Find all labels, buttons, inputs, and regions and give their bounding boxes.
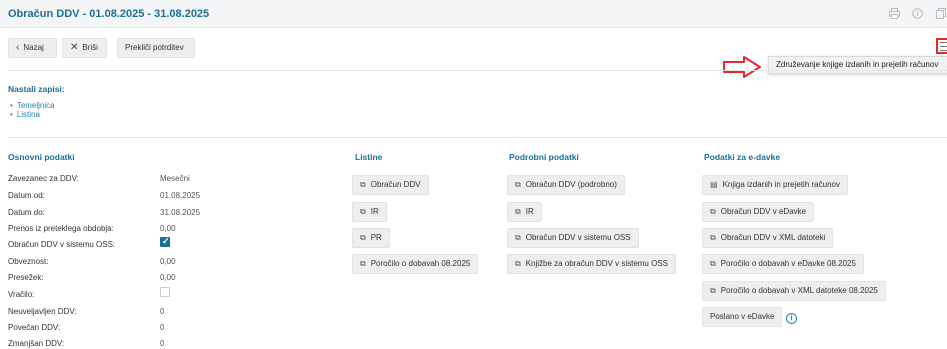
external-link-icon: ⧉ [515, 207, 521, 216]
copy-icon[interactable] [935, 8, 947, 20]
external-link-icon: ⧉ [710, 207, 716, 216]
decreased-vat-value: 0 [160, 339, 165, 348]
date-to-value: 31.08.2025 [160, 208, 201, 217]
decreased-vat-label: Zmanjšan DDV: [8, 339, 65, 348]
unclaimed-vat-label: Neuveljavljen DDV: [8, 307, 77, 316]
records-title: Nastali zapisi: [8, 84, 65, 94]
external-link-icon: ⧉ [360, 233, 366, 242]
vat-detailed-button[interactable]: ⧉ Obračun DDV (podrobno) [507, 175, 625, 195]
surplus-value: 0,00 [160, 273, 176, 282]
documents-title: Listine [355, 152, 383, 162]
external-link-icon: ⧉ [515, 180, 521, 189]
oss-vat-button[interactable]: ⧉ Obračun DDV v sistemu OSS [507, 228, 639, 248]
divider [8, 137, 947, 138]
divider [8, 70, 947, 71]
chevron-left-icon: ‹ [16, 42, 20, 53]
vat-payer-value: Mesečni [160, 174, 190, 183]
edavki-title: Podatki za e-davke [704, 152, 781, 162]
external-link-icon: ⧉ [710, 233, 716, 242]
carryover-label: Prenos iz preteklega obdobja: [8, 224, 114, 233]
external-link-icon: ⧉ [515, 259, 521, 268]
oss-entries-button[interactable]: ⧉ Knjižbe za obračun DDV v sistemu OSS [507, 254, 676, 274]
sent-edavki-button[interactable]: Poslano v eDavke [702, 307, 783, 327]
invoice-book-button[interactable]: ▤ Knjiga izdanih in prejetih računov [702, 175, 848, 195]
record-link-listina[interactable]: Listina [10, 110, 40, 119]
liability-value: 0,00 [160, 257, 176, 266]
external-link-icon: ⧉ [515, 233, 521, 242]
basic-data-title: Osnovni podatki [8, 152, 75, 162]
details-title: Podrobni podatki [509, 152, 579, 162]
date-from-label: Datum od: [8, 191, 45, 200]
external-link-icon: ⧉ [710, 259, 716, 268]
date-from-value: 01.08.2025 [160, 191, 201, 200]
surplus-label: Presežek: [8, 273, 44, 282]
print-icon[interactable] [888, 8, 900, 20]
red-arrow-annotation [723, 56, 761, 78]
increased-vat-label: Povečan DDV: [8, 323, 61, 332]
external-link-icon: ⧉ [360, 259, 366, 268]
unclaimed-vat-value: 0 [160, 307, 165, 316]
external-link-icon: ⧉ [360, 207, 366, 216]
back-button[interactable]: ‹ Nazaj [8, 38, 57, 58]
table-icon: ▤ [710, 180, 718, 189]
record-link-temeljnica[interactable]: Temeljnica [10, 101, 55, 110]
refund-checkbox[interactable] [160, 287, 170, 297]
vat-xml-button[interactable]: ⧉ Obračun DDV v XML datoteki [702, 228, 834, 248]
carryover-value: 0,00 [160, 224, 176, 233]
vat-calculation-button[interactable]: ⧉ Obračun DDV [352, 175, 429, 195]
info-icon[interactable] [911, 8, 923, 20]
oss-vat-label: Obračun DDV v sistemu OSS: [8, 240, 116, 249]
page-header: Obračun DDV - 01.08.2025 - 31.08.2025 [0, 0, 947, 28]
ir-button[interactable]: ⧉ IR [352, 202, 387, 222]
close-icon: ✕ [70, 42, 79, 53]
supply-report-button[interactable]: ⧉ Poročilo o dobavah 08.2025 [352, 254, 479, 274]
pr-button[interactable]: ⧉ PR [352, 228, 390, 248]
increased-vat-value: 0 [160, 323, 165, 332]
page-title: Obračun DDV - 01.08.2025 - 31.08.2025 [8, 8, 210, 20]
external-link-icon: ⧉ [360, 180, 366, 189]
external-link-icon: ⧉ [710, 286, 716, 295]
vat-payer-label: Zavezanec za DDV: [8, 174, 79, 183]
info-icon[interactable]: i [786, 313, 797, 324]
hamburger-icon[interactable] [936, 38, 947, 54]
liability-label: Obveznost: [8, 257, 49, 266]
supply-report-edavki-button[interactable]: ⧉ Poročilo o dobavah v eDavke 08.2025 [702, 254, 864, 274]
refund-label: Vračilo: [8, 290, 35, 299]
cancel-confirmation-button[interactable]: Prekliči potrditev [117, 38, 195, 58]
merge-books-menu-item[interactable]: Združevanje knjige izdanih in prejetih r… [768, 56, 947, 74]
vat-edavki-button[interactable]: ⧉ Obračun DDV v eDavke [702, 202, 815, 222]
supply-report-xml-button[interactable]: ⧉ Poročilo o dobavah v XML datoteke 08.20… [702, 281, 886, 301]
oss-vat-checkbox[interactable] [160, 236, 170, 247]
date-to-label: Datum do: [8, 208, 45, 217]
delete-button[interactable]: ✕ Briši [62, 38, 107, 58]
details-ir-button[interactable]: ⧉ IR [507, 202, 542, 222]
